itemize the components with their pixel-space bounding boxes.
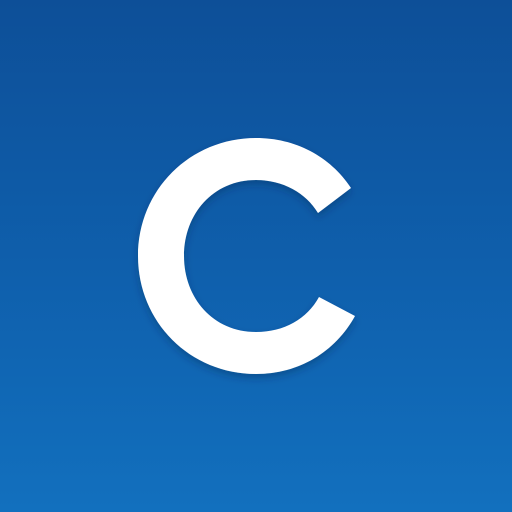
app-icon-tile — [0, 0, 512, 512]
c-glyph-shape — [138, 138, 355, 374]
c-logo-icon — [138, 138, 355, 374]
